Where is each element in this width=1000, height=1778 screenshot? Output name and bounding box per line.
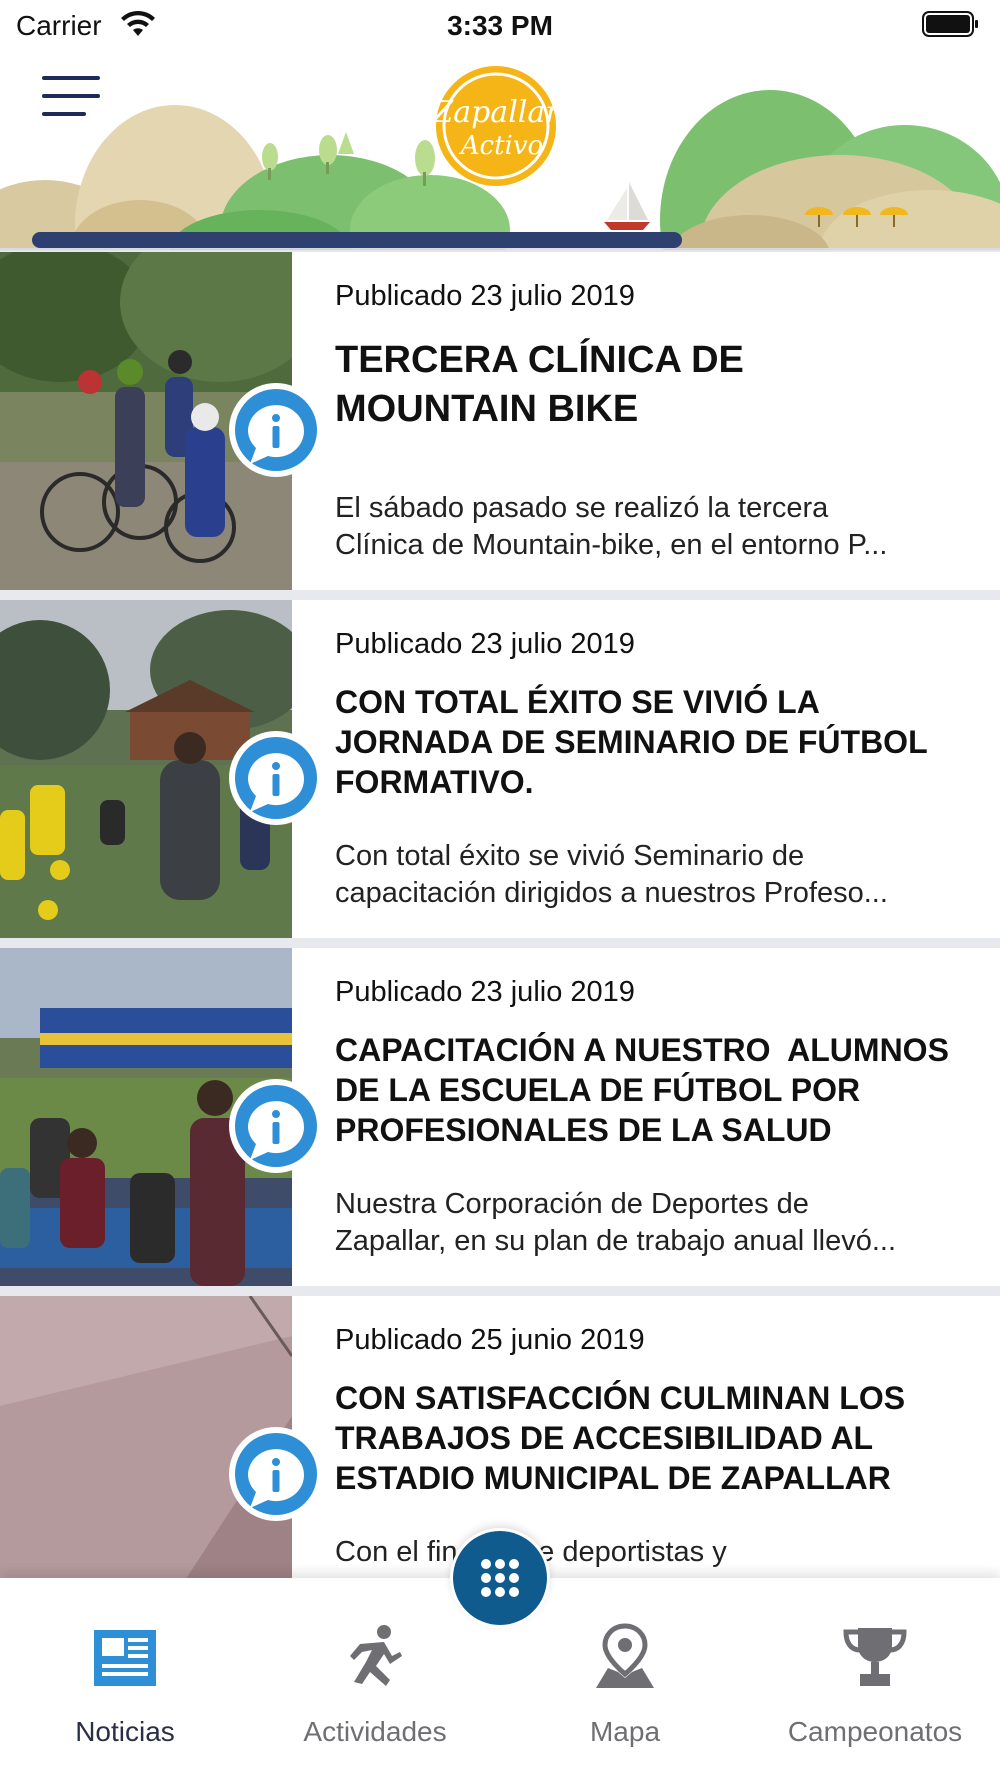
news-title-line: PROFESIONALES DE LA SALUD (335, 1112, 832, 1148)
menu-line (42, 112, 86, 116)
tab-noticias[interactable]: Noticias (0, 1578, 250, 1778)
clock: 3:33 PM (447, 10, 553, 41)
tab-label: Actividades (303, 1716, 447, 1747)
news-excerpt-line: Zapallar, en su plan de trabajo anual ll… (335, 1225, 897, 1257)
news-date: Publicado 23 julio 2019 (335, 280, 635, 312)
news-title[interactable]: CAPACITACIÓN A NUESTRO ALUMNOS DE LA ESC… (335, 1030, 985, 1150)
news-excerpt-line: Nuestra Corporación de Deportes de (335, 1188, 809, 1220)
tab-label: Campeonatos (787, 1716, 963, 1747)
news-feed[interactable]: Publicado 23 julio 2019 TERCERA CLÍNICA … (0, 252, 1000, 1578)
news-title-line: TRABAJOS DE ACCESIBILIDAD AL (335, 1420, 874, 1456)
map-pin-icon (596, 1623, 654, 1688)
trophy-icon (843, 1628, 907, 1686)
news-title-line: CON SATISFACCIÓN CULMINAN LOS (335, 1380, 906, 1416)
news-excerpt-line: El sábado pasado se realizó la tercera (335, 492, 829, 524)
news-title-line: CAPACITACIÓN A NUESTRO ALUMNOS (335, 1032, 949, 1068)
app-logo: Zapallar Activo (420, 62, 570, 192)
news-excerpt: Con el fin de que deportistas y (335, 1534, 970, 1571)
apps-grid-button[interactable] (450, 1528, 550, 1628)
news-title-line: JORNADA DE SEMINARIO DE FÚTBOL (335, 724, 928, 760)
news-excerpt-line: Con total éxito se vivió Seminario de (335, 840, 805, 872)
news-excerpt-line: capacitación dirigidos a nuestros Profes… (335, 877, 888, 909)
news-excerpt: Con total éxito se vivió Seminario de ca… (335, 838, 970, 912)
logo-text-line2: Activo (459, 131, 543, 161)
runner-icon (350, 1625, 402, 1686)
news-card[interactable]: Publicado 23 julio 2019 TERCERA CLÍNICA … (0, 252, 1000, 590)
news-card[interactable]: Publicado 23 julio 2019 CON TOTAL ÉXITO … (0, 600, 1000, 938)
tab-campeonatos[interactable]: Campeonatos (750, 1578, 1000, 1778)
app-header: Zapallar Activo (0, 50, 1000, 250)
news-excerpt-line: Clínica de Mountain-bike, en el entorno … (335, 529, 888, 561)
menu-line (42, 94, 100, 98)
info-bubble-icon[interactable] (228, 730, 324, 826)
news-title-line: FORMATIVO. (335, 764, 534, 800)
grid-icon (481, 1559, 519, 1597)
info-bubble-icon[interactable] (228, 1078, 324, 1174)
news-date: Publicado 23 julio 2019 (335, 628, 635, 660)
news-excerpt-line: Con el fin de que deportistas y (335, 1536, 727, 1568)
apps-grid-button-face (453, 1531, 547, 1625)
battery-icon (922, 11, 978, 37)
logo-text-line1: Zapallar (431, 95, 561, 130)
news-title-line: CON TOTAL ÉXITO SE VIVIÓ LA (335, 684, 820, 720)
status-bar: Carrier 3:33 PM (0, 0, 1000, 50)
news-title-line: DE LA ESCUELA DE FÚTBOL POR (335, 1072, 861, 1108)
news-title-line: ESTADIO MUNICIPAL DE ZAPALLAR (335, 1460, 891, 1496)
news-title[interactable]: CON TOTAL ÉXITO SE VIVIÓ LA JORNADA DE S… (335, 682, 985, 802)
newspaper-icon (94, 1630, 156, 1686)
info-bubble-icon[interactable] (228, 382, 324, 478)
news-excerpt: El sábado pasado se realizó la tercera C… (335, 490, 970, 564)
tab-label: Noticias (75, 1716, 175, 1747)
news-title-line: MOUNTAIN BIKE (335, 388, 639, 430)
news-card[interactable]: Publicado 23 julio 2019 CAPACITACIÓN A N… (0, 948, 1000, 1286)
menu-line (42, 76, 100, 80)
news-title[interactable]: TERCERA CLÍNICA DE MOUNTAIN BIKE (335, 336, 985, 434)
tab-label: Mapa (589, 1716, 661, 1747)
news-excerpt: Nuestra Corporación de Deportes de Zapal… (335, 1186, 970, 1260)
menu-button[interactable] (38, 72, 102, 120)
news-title-line: TERCERA CLÍNICA DE (335, 339, 744, 381)
news-date: Publicado 23 julio 2019 (335, 976, 635, 1008)
news-title[interactable]: CON SATISFACCIÓN CULMINAN LOS TRABAJOS D… (335, 1378, 985, 1498)
info-bubble-icon[interactable] (228, 1426, 324, 1522)
news-date: Publicado 25 junio 2019 (335, 1324, 645, 1356)
